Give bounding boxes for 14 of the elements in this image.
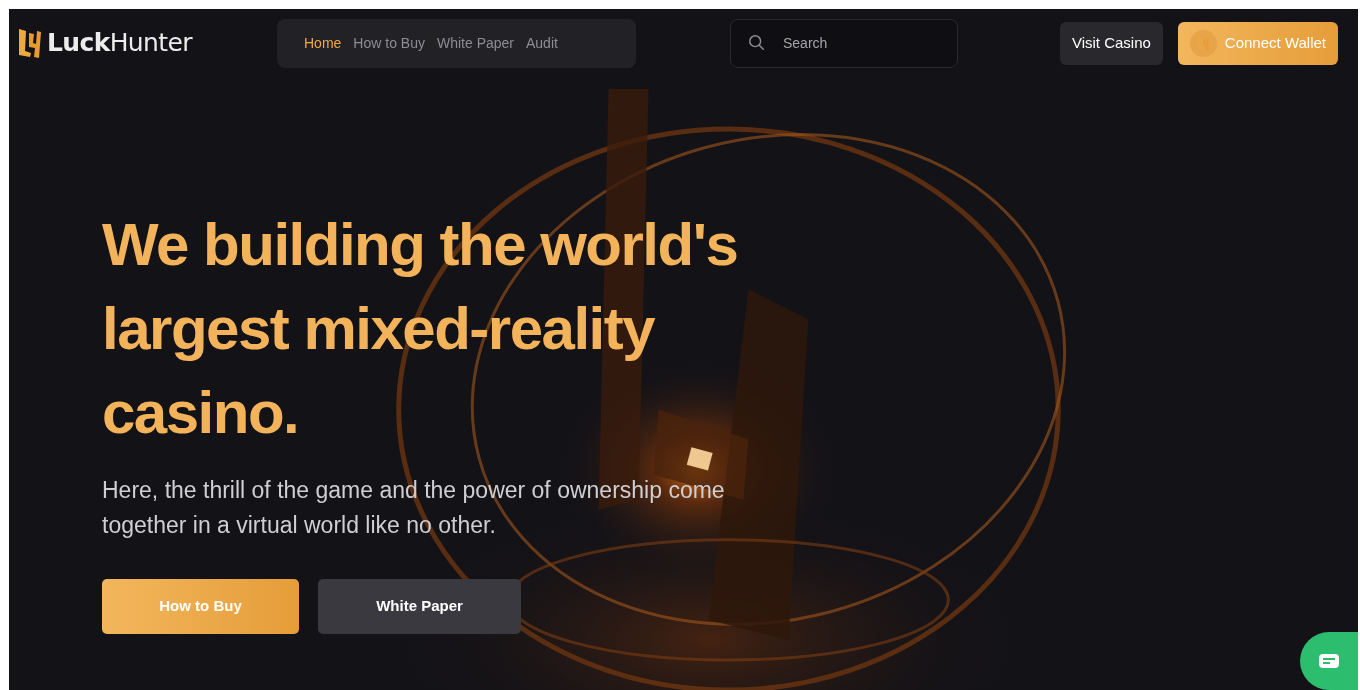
nav-link[interactable]: White Paper [433, 32, 517, 54]
nav-link[interactable]: Audit [523, 32, 561, 54]
brand-name: LuckHunter [47, 27, 192, 60]
hero-subtitle: Here, the thrill of the game and the power of ownership come together in a virtual world like no other. [102, 476, 726, 540]
chat-icon [1319, 654, 1339, 668]
docs-button[interactable]: White Paper [318, 579, 521, 634]
chat-button[interactable] [1300, 632, 1358, 690]
search-field[interactable]: Search [730, 18, 958, 68]
nav-link[interactable]: Home [301, 32, 345, 54]
visit-button[interactable]: Visit Casino [1059, 21, 1163, 65]
nav-link[interactable]: How to Buy [350, 32, 428, 54]
logo-icon [17, 26, 41, 60]
hero-title: We building the world's largest mixed-reality casino. [102, 210, 739, 448]
search-icon [748, 33, 766, 52]
